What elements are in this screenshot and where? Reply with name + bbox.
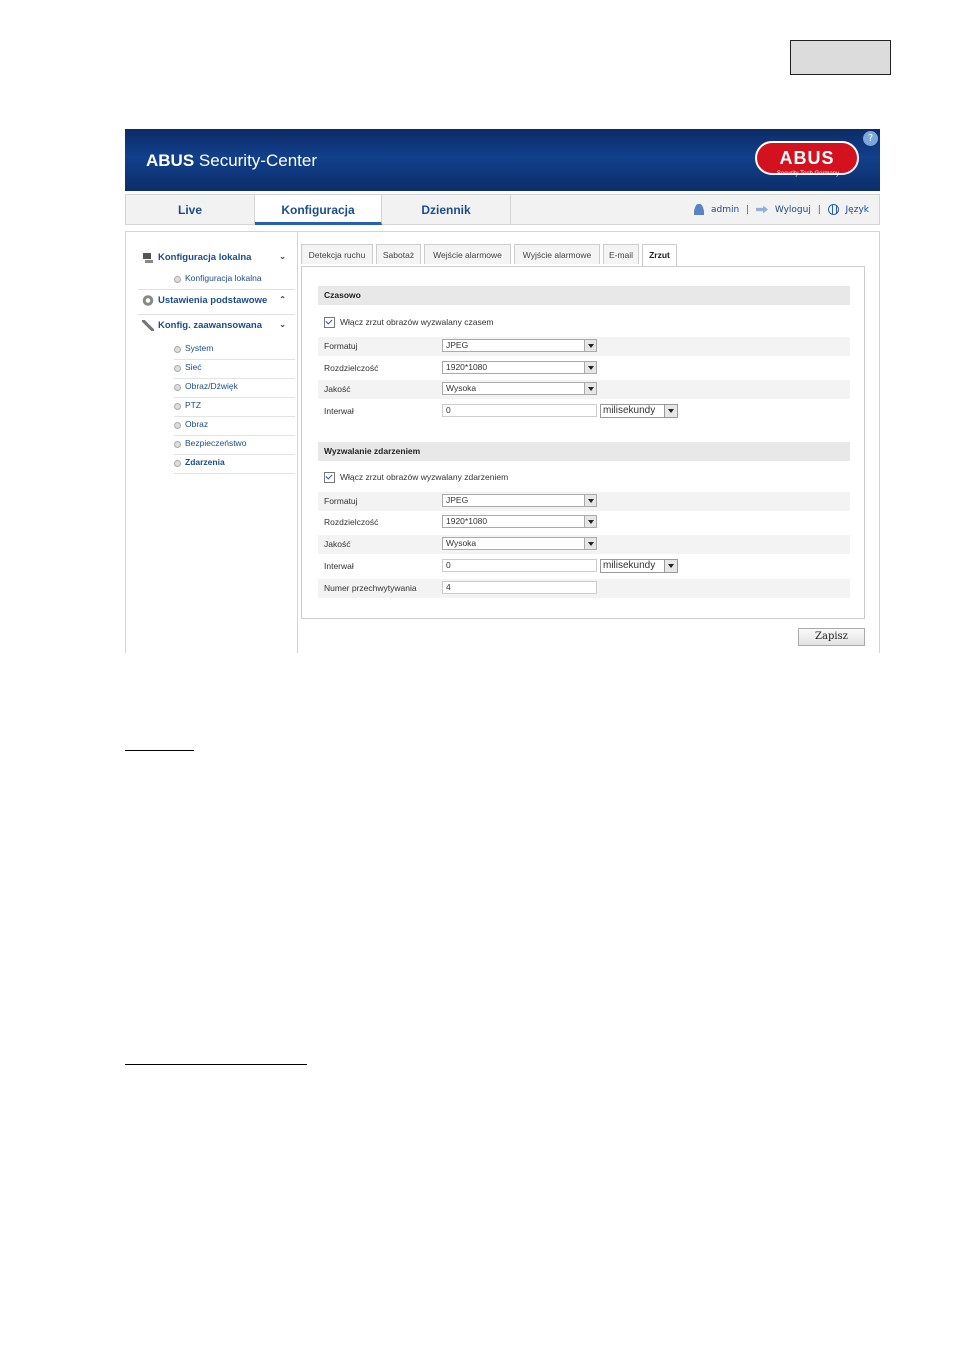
- tab-dziennik[interactable]: Dziennik: [382, 195, 511, 225]
- timed-interval-unit-select[interactable]: milisekundy: [600, 404, 678, 418]
- timed-resolution-row: Rozdzielczość 1920*1080: [318, 359, 850, 378]
- snapshot-panel: Czasowo Włącz zrzut obrazów wyzwalany cz…: [301, 266, 865, 619]
- section-timed: Czasowo: [318, 286, 850, 305]
- heading-underline: [125, 750, 194, 751]
- event-resolution-row: Rozdzielczość 1920*1080: [318, 513, 850, 532]
- capture-count-input[interactable]: 4: [442, 581, 597, 594]
- timed-resolution-select[interactable]: 1920*1080: [442, 361, 597, 374]
- tab-alarm-input[interactable]: Wejście alarmowe: [424, 244, 511, 264]
- timed-quality-row: Jakość Wysoka: [318, 380, 850, 399]
- logout-link[interactable]: Wyloguj: [775, 205, 811, 215]
- abus-logo: ABUS: [755, 141, 859, 175]
- dropdown-arrow-icon: [584, 516, 596, 527]
- event-resolution-select[interactable]: 1920*1080: [442, 515, 597, 528]
- globe-icon: [827, 204, 839, 215]
- header-banner: ABUS Security-Center ABUS Security Tech …: [125, 129, 880, 191]
- timed-enable-checkbox[interactable]: [324, 317, 335, 329]
- brand-title: ABUS Security-Center: [146, 151, 317, 170]
- event-format-row: Formatuj JPEG: [318, 492, 850, 511]
- bullet-icon: [174, 276, 181, 283]
- sidebar-item-system[interactable]: System: [174, 342, 295, 360]
- user-bar: admin | Wyloguj | Język: [690, 204, 869, 215]
- dropdown-arrow-icon: [584, 538, 596, 549]
- screenshot: ABUS Security-Center ABUS Security Tech …: [125, 129, 880, 653]
- chevron-down-icon: ⌄: [279, 320, 286, 329]
- menu-local-config[interactable]: Konfiguracja lokalna ⌄: [142, 252, 292, 268]
- event-interval-unit-select[interactable]: milisekundy: [600, 559, 678, 573]
- sidebar-item-security[interactable]: Bezpieczeństwo: [174, 437, 295, 455]
- tab-alarm-output[interactable]: Wyjście alarmowe: [514, 244, 600, 264]
- section-event: Wyzwalanie zdarzeniem: [318, 442, 850, 461]
- tab-snapshot[interactable]: Zrzut: [642, 244, 677, 266]
- sidebar-item-network[interactable]: Sieć: [174, 361, 295, 379]
- sidebar-item-video-audio[interactable]: Obraz/Dźwięk: [174, 380, 295, 398]
- event-enable-checkbox[interactable]: [324, 472, 335, 484]
- chevron-down-icon: ⌄: [279, 252, 286, 261]
- timed-interval-input[interactable]: 0: [442, 404, 597, 417]
- timed-enable-row: Włącz zrzut obrazów wyzwalany czasem: [324, 317, 494, 331]
- user-icon: [694, 204, 705, 215]
- logo-subtitle: Security Tech Germany: [776, 171, 840, 177]
- event-enable-row: Włącz zrzut obrazów wyzwalany zdarzeniem: [324, 472, 508, 486]
- timed-interval-row: Interwał 0 milisekundy: [318, 402, 850, 421]
- page-number-box: [790, 40, 891, 75]
- heading-underline: [125, 1064, 307, 1065]
- wrench-icon: [142, 320, 154, 331]
- sidebar: Konfiguracja lokalna ⌄ Konfiguracja loka…: [126, 232, 298, 653]
- dropdown-arrow-icon: [584, 340, 596, 351]
- timed-format-select[interactable]: JPEG: [442, 339, 597, 352]
- gear-icon: [142, 295, 154, 306]
- dropdown-arrow-icon: [664, 560, 677, 572]
- event-interval-row: Interwał 0 milisekundy: [318, 557, 850, 576]
- tab-konfiguracja[interactable]: Konfiguracja: [255, 195, 382, 225]
- menu-basic-settings[interactable]: Ustawienia podstawowe ⌃: [142, 295, 292, 311]
- menu-advanced-config[interactable]: Konfig. zaawansowana ⌄: [142, 320, 292, 336]
- dropdown-arrow-icon: [584, 383, 596, 394]
- event-interval-input[interactable]: 0: [442, 559, 597, 572]
- event-quality-select[interactable]: Wysoka: [442, 537, 597, 550]
- sidebar-item-image[interactable]: Obraz: [174, 418, 295, 436]
- save-button[interactable]: Zapisz: [798, 628, 865, 646]
- computer-icon: [142, 252, 154, 263]
- sidebar-item-ptz[interactable]: PTZ: [174, 399, 295, 417]
- tab-motion-detection[interactable]: Detekcja ruchu: [301, 244, 373, 264]
- dropdown-arrow-icon: [664, 405, 677, 417]
- event-quality-row: Jakość Wysoka: [318, 535, 850, 554]
- logout-icon: [755, 205, 768, 214]
- sidebar-item-events[interactable]: Zdarzenia: [174, 456, 295, 474]
- sidebar-item-local-config[interactable]: Konfiguracja lokalna: [174, 272, 295, 290]
- tab-email[interactable]: E-mail: [603, 244, 639, 264]
- help-icon[interactable]: ?: [863, 131, 878, 146]
- language-link[interactable]: Język: [846, 205, 869, 215]
- capture-count-row: Numer przechwytywania 4: [318, 579, 850, 598]
- dropdown-arrow-icon: [584, 495, 596, 506]
- event-format-select[interactable]: JPEG: [442, 494, 597, 507]
- content-area: Konfiguracja lokalna ⌄ Konfiguracja loka…: [125, 231, 880, 653]
- timed-quality-select[interactable]: Wysoka: [442, 382, 597, 395]
- timed-format-row: Formatuj JPEG: [318, 337, 850, 356]
- dropdown-arrow-icon: [584, 362, 596, 373]
- main-nav: Live Konfiguracja Dziennik admin | Wylog…: [125, 194, 880, 225]
- tab-tamper[interactable]: Sabotaż: [376, 244, 421, 264]
- tab-live[interactable]: Live: [126, 195, 255, 225]
- user-name[interactable]: admin: [711, 205, 739, 215]
- chevron-up-icon: ⌃: [279, 295, 286, 304]
